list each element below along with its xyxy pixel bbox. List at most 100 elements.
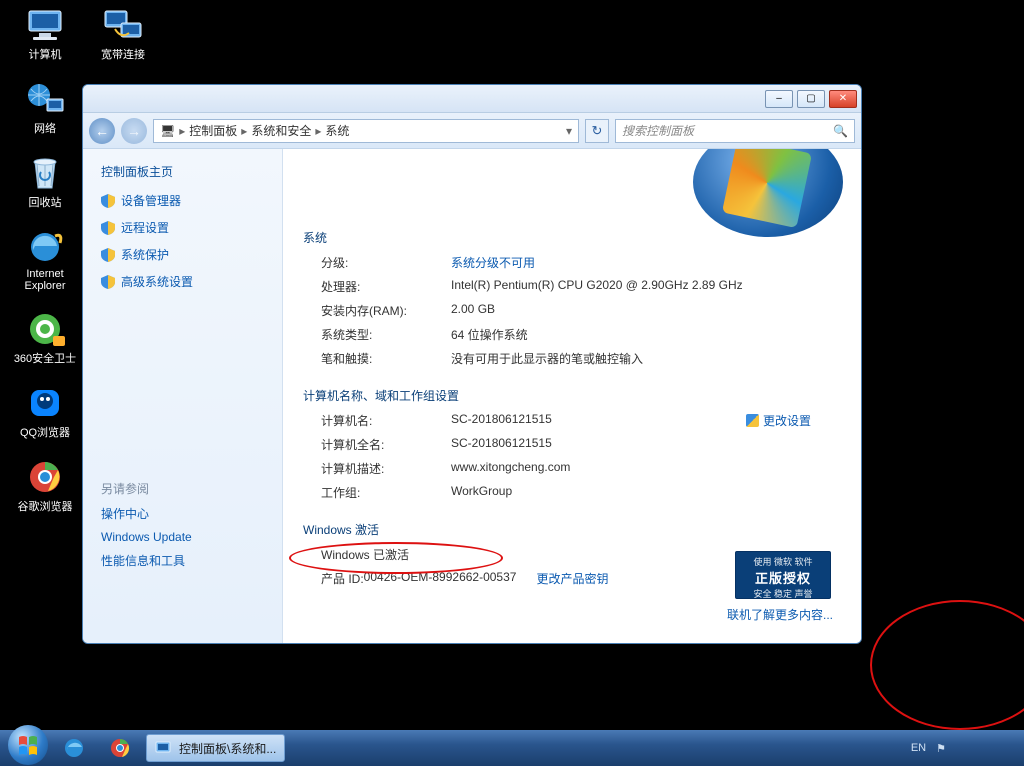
- label: 网络: [34, 120, 56, 136]
- label: QQ浏览器: [20, 424, 70, 440]
- computer-icon: 🖥: [160, 124, 175, 138]
- search-input[interactable]: 搜索控制面板 🔍: [615, 119, 855, 143]
- label: 宽带连接: [101, 46, 145, 62]
- learn-more-link[interactable]: 联机了解更多内容...: [727, 606, 833, 623]
- desktop-icon-recycle-bin[interactable]: 回收站: [10, 154, 80, 210]
- pid-key: 产品 ID:: [321, 570, 364, 587]
- change-product-key-link[interactable]: 更改产品密钥: [536, 570, 608, 587]
- label: 谷歌浏览器: [18, 498, 73, 514]
- activation-status: Windows 已激活: [321, 546, 409, 563]
- desktop: 计算机 网络 回收站 Internet Explorer 360安全卫士 QQ浏…: [0, 0, 1024, 766]
- titlebar: – ▢ ✕: [83, 85, 861, 113]
- desktop-icons-col1: 计算机 网络 回收站 Internet Explorer 360安全卫士 QQ浏…: [10, 6, 80, 514]
- sidebar-device-manager[interactable]: 设备管理器: [101, 192, 264, 209]
- wg-key: 工作组:: [321, 484, 451, 501]
- rating-key: 分级:: [321, 254, 451, 271]
- taskbar: 控制面板\系统和... EN ⚑: [0, 730, 1024, 766]
- annotation-circle-2: [870, 600, 1024, 730]
- 360-icon: [22, 310, 68, 348]
- badge-line2: 正版授权: [736, 568, 830, 587]
- language-indicator[interactable]: EN: [911, 742, 926, 754]
- pen-key: 笔和触摸:: [321, 350, 451, 367]
- content: 系统 分级:系统分级不可用 处理器:Intel(R) Pentium(R) CP…: [283, 149, 861, 643]
- start-button[interactable]: [8, 725, 48, 765]
- dialup-icon: [100, 6, 146, 44]
- shield-icon: [101, 275, 115, 289]
- badge-line3: 安全 稳定 声誉: [736, 587, 830, 600]
- taskbar-chrome[interactable]: [100, 734, 140, 762]
- breadcrumb-3[interactable]: 系统: [325, 122, 349, 139]
- shield-icon: [101, 248, 115, 262]
- desktop-icon-dialup[interactable]: 宽带连接: [88, 6, 158, 62]
- shield-icon: [101, 221, 115, 235]
- sidebar-advanced-settings[interactable]: 高级系统设置: [101, 273, 264, 290]
- label: 360安全卫士: [14, 350, 76, 366]
- sidebar-remote-settings[interactable]: 远程设置: [101, 219, 264, 236]
- desktop-icon-qqbrowser[interactable]: QQ浏览器: [10, 384, 80, 440]
- rating-value[interactable]: 系统分级不可用: [451, 254, 841, 271]
- chevron-down-icon[interactable]: ▾: [566, 124, 572, 138]
- breadcrumb-1[interactable]: 控制面板: [189, 122, 237, 139]
- system-tray: EN ⚑: [911, 742, 1016, 755]
- systype-key: 系统类型:: [321, 326, 451, 343]
- sidebar-home[interactable]: 控制面板主页: [101, 163, 264, 180]
- cpu-key: 处理器:: [321, 278, 451, 295]
- refresh-button[interactable]: ↻: [585, 119, 609, 143]
- recycle-bin-icon: [22, 154, 68, 192]
- address-bar[interactable]: 🖥▸ 控制面板▸ 系统和安全▸ 系统 ▾: [153, 119, 579, 143]
- taskbar-active-title: 控制面板\系统和...: [179, 740, 276, 757]
- breadcrumb-2[interactable]: 系统和安全: [251, 122, 311, 139]
- close-button[interactable]: ✕: [829, 90, 857, 108]
- back-button[interactable]: ←: [89, 118, 115, 144]
- desktop-icon-computer[interactable]: 计算机: [10, 6, 80, 62]
- tray-flag-icon[interactable]: ⚑: [936, 742, 946, 755]
- genuine-badge[interactable]: 使用 微软 软件 正版授权 安全 稳定 声誉: [735, 551, 831, 599]
- shield-icon: [101, 194, 115, 208]
- maximize-button[interactable]: ▢: [797, 90, 825, 108]
- desktop-icon-ie[interactable]: Internet Explorer: [10, 228, 80, 292]
- cpu-value: Intel(R) Pentium(R) CPU G2020 @ 2.90GHz …: [451, 278, 841, 295]
- network-icon: [22, 80, 68, 118]
- desktop-icons-col2: 宽带连接: [88, 6, 158, 62]
- label: 计算机: [29, 46, 62, 62]
- sidebar-action-center[interactable]: 操作中心: [101, 505, 264, 522]
- qqbrowser-icon: [22, 384, 68, 422]
- taskbar-ie[interactable]: [54, 734, 94, 762]
- cfull-value: SC-201806121515: [451, 436, 841, 453]
- ram-key: 安装内存(RAM):: [321, 302, 451, 319]
- windows-logo-hero: [693, 149, 843, 237]
- badge-line1: 使用 微软 软件: [736, 555, 830, 568]
- pid-value: 00426-OEM-8992662-00537: [364, 570, 517, 587]
- section-computer-name: 计算机名称、域和工作组设置: [303, 387, 841, 404]
- label: Internet Explorer: [10, 268, 80, 292]
- cfull-key: 计算机全名:: [321, 436, 451, 453]
- search-placeholder: 搜索控制面板: [622, 122, 694, 139]
- pen-value: 没有可用于此显示器的笔或触控输入: [451, 350, 841, 367]
- minimize-button[interactable]: –: [765, 90, 793, 108]
- sidebar-windows-update[interactable]: Windows Update: [101, 530, 264, 544]
- navbar: ← → 🖥▸ 控制面板▸ 系统和安全▸ 系统 ▾ ↻ 搜索控制面板 🔍: [83, 113, 861, 149]
- section-activation: Windows 激活: [303, 521, 841, 538]
- chrome-icon: [22, 458, 68, 496]
- windows-logo-icon: [17, 734, 39, 756]
- change-settings-link[interactable]: 更改设置: [746, 412, 811, 429]
- ie-icon: [63, 737, 85, 759]
- chrome-icon: [109, 737, 131, 759]
- sidebar-system-protection[interactable]: 系统保护: [101, 246, 264, 263]
- ram-value: 2.00 GB: [451, 302, 841, 319]
- cname-key: 计算机名:: [321, 412, 451, 429]
- label: 回收站: [29, 194, 62, 210]
- cdesc-key: 计算机描述:: [321, 460, 451, 477]
- sidebar-performance[interactable]: 性能信息和工具: [101, 552, 264, 569]
- cdesc-value: www.xitongcheng.com: [451, 460, 841, 477]
- wg-value: WorkGroup: [451, 484, 841, 501]
- taskbar-active-window[interactable]: 控制面板\系统和...: [146, 734, 285, 762]
- forward-button[interactable]: →: [121, 118, 147, 144]
- desktop-icon-360[interactable]: 360安全卫士: [10, 310, 80, 366]
- desktop-icon-network[interactable]: 网络: [10, 80, 80, 136]
- system-properties-window: – ▢ ✕ ← → 🖥▸ 控制面板▸ 系统和安全▸ 系统 ▾ ↻ 搜索控制面板 …: [82, 84, 862, 644]
- sidebar: 控制面板主页 设备管理器 远程设置 系统保护 高级系统设置 另请参阅 操作中心 …: [83, 149, 283, 643]
- desktop-icon-chrome[interactable]: 谷歌浏览器: [10, 458, 80, 514]
- control-panel-icon: [155, 740, 173, 756]
- ie-icon: [22, 228, 68, 266]
